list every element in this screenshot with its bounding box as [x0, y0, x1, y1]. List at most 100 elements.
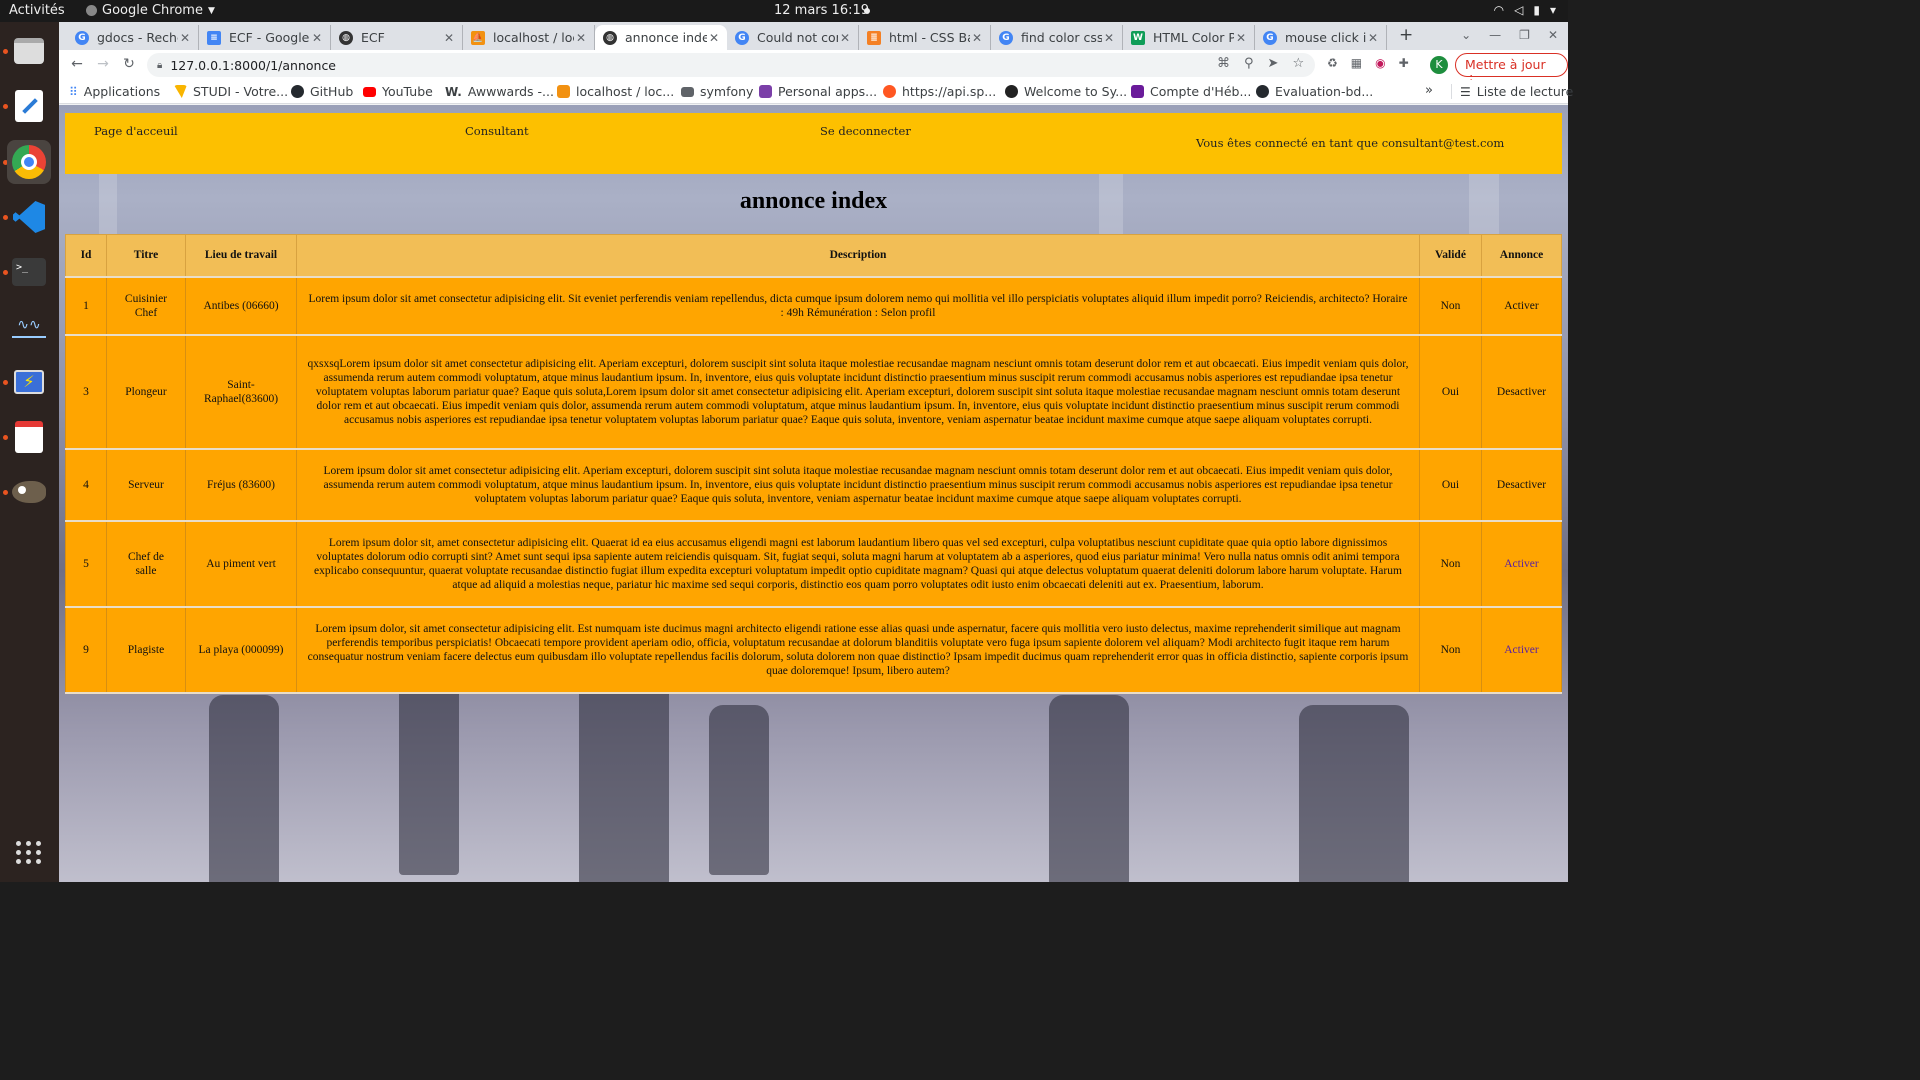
cell-lieu: Antibes (06660) [185, 276, 297, 335]
tab-title: annonce index [625, 30, 707, 45]
bookmark-star-icon[interactable]: ☆ [1292, 56, 1304, 71]
update-button[interactable]: Mettre à jour ⋮ [1455, 53, 1568, 87]
table-header-row: Id Titre Lieu de travail Description Val… [65, 234, 1562, 277]
browser-window: Ggdocs - Recher✕ ≡ECF - Google D✕ ◍ECF✕ … [59, 22, 1573, 882]
app-grid-icon[interactable] [7, 830, 51, 874]
tab[interactable]: W HTML Color Pi ✕ [1123, 25, 1255, 50]
bookmark-item[interactable]: GitHub [291, 84, 353, 99]
close-tab-icon[interactable]: ✕ [838, 31, 852, 45]
bookmark-item[interactable]: Welcome to Sy... [1005, 84, 1127, 99]
tab[interactable]: Gmouse click ic ✕ [1255, 25, 1387, 50]
reading-list-icon: ☰ [1460, 84, 1471, 99]
battery-icon: ▮ [1533, 3, 1540, 17]
address-bar[interactable]: 🔒︎ 127.0.0.1:8000/1/annonce [147, 53, 1315, 77]
remote-desktop-app-icon[interactable]: ⚡ [7, 360, 51, 404]
bookmark-label: Personal apps... [778, 84, 878, 99]
close-tab-icon[interactable]: ✕ [1366, 31, 1380, 45]
chevron-down-icon: ▼ [207, 5, 215, 16]
close-tab-icon[interactable]: ✕ [442, 31, 456, 45]
bookmark-item[interactable]: Compte d'Héb... [1131, 84, 1251, 99]
tab-title: Could not con [757, 30, 838, 45]
cell-id: 5 [65, 520, 107, 607]
bookmark-item[interactable]: Personal apps... [759, 84, 877, 99]
close-tab-icon[interactable]: ✕ [178, 31, 192, 45]
column-header-titre: Titre [106, 234, 186, 277]
google-favicon-icon: G [999, 30, 1013, 45]
restore-icon[interactable]: ❐ [1519, 28, 1530, 42]
more-bookmarks-chevron-icon[interactable]: » [1425, 83, 1433, 98]
nav-consultant-link[interactable]: Consultant [465, 124, 529, 138]
close-window-icon[interactable]: ✕ [1548, 28, 1558, 42]
bookmarks-bar: ⠿ Applications STUDI - Votre... GitHub Yo… [59, 80, 1573, 104]
back-arrow-icon[interactable]: ← [67, 56, 87, 72]
bookmark-label: localhost / loc... [576, 84, 675, 99]
nav-home-link[interactable]: Page d'acceuil [94, 124, 178, 138]
close-tab-icon[interactable]: ✕ [707, 31, 721, 45]
table-row: 5 Chef de salle Au piment vert Lorem ips… [65, 520, 1562, 607]
bookmark-item[interactable]: https://api.sp... [883, 84, 996, 99]
puzzle-extensions-icon[interactable]: ✚ [1399, 56, 1409, 70]
deactivate-link[interactable]: Desactiver [1481, 448, 1562, 521]
tab[interactable]: ≣ html - CSS Bac✕ [859, 25, 991, 50]
heroku-icon [759, 85, 772, 98]
cell-lieu: Saint-Raphael(83600) [185, 334, 297, 449]
forward-arrow-icon[interactable]: → [93, 56, 113, 72]
translate-icon[interactable]: ⌘ [1217, 56, 1230, 71]
cell-description: qxsxsqLorem ipsum dolor sit amet consect… [296, 334, 1420, 449]
activities-button[interactable]: Activités [9, 3, 65, 18]
minimize-icon[interactable]: — [1489, 28, 1501, 42]
close-tab-icon[interactable]: ✕ [970, 31, 984, 45]
tab[interactable]: ≡ ECF - Google D✕ [199, 25, 331, 50]
bookmark-label: YouTube [382, 84, 433, 99]
bookmark-item[interactable]: localhost / loc... [557, 84, 674, 99]
bookmark-item[interactable]: YouTube [363, 84, 433, 99]
tab[interactable]: ◍ ECF ✕ [331, 25, 463, 50]
activate-link[interactable]: Activer [1481, 276, 1562, 335]
tab-title: find color css [1021, 30, 1102, 45]
zoom-icon[interactable]: ⚲ [1244, 56, 1254, 71]
extension-icon[interactable]: ▦ [1351, 56, 1362, 70]
system-tray[interactable]: ◠ ◁ ▮ ▾ [1494, 3, 1556, 17]
bookmark-item[interactable]: Evaluation-bd... [1256, 84, 1373, 99]
phpmyadmin-icon [557, 85, 570, 98]
bookmark-item[interactable]: ⠿ Applications [69, 84, 160, 99]
bookmark-item[interactable]: STUDI - Votre... [174, 84, 288, 99]
close-tab-icon[interactable]: ✕ [574, 31, 588, 45]
broadcast-extension-icon[interactable]: ◉ [1375, 56, 1385, 70]
reload-icon[interactable]: ↻ [119, 56, 139, 72]
clock[interactable]: 12 mars 16:19 [774, 3, 869, 18]
gimp-app-icon[interactable] [7, 470, 51, 514]
tab-title: localhost / loc [493, 30, 574, 45]
tab-active[interactable]: ◍ annonce index✕ [595, 25, 727, 50]
tab[interactable]: Gfind color css ✕ [991, 25, 1123, 50]
terminal-app-icon[interactable]: >_ [7, 250, 51, 294]
document-viewer-app-icon[interactable] [7, 415, 51, 459]
files-app-icon[interactable] [7, 29, 51, 73]
text-editor-app-icon[interactable] [7, 84, 51, 128]
deactivate-link[interactable]: Desactiver [1481, 334, 1562, 449]
tab-search-chevron-icon[interactable]: ⌄ [1461, 28, 1471, 42]
system-monitor-app-icon[interactable]: ∿∿ [7, 305, 51, 349]
bookmark-item[interactable]: W. Awwwards -... [445, 84, 554, 99]
close-tab-icon[interactable]: ✕ [1234, 31, 1248, 45]
cell-description: Lorem ipsum dolor sit, amet consectetur … [296, 520, 1420, 607]
send-icon[interactable]: ➤ [1268, 56, 1279, 71]
tab[interactable]: Ggdocs - Recher✕ [67, 25, 199, 50]
activate-link[interactable]: Activer [1481, 606, 1562, 693]
tab[interactable]: ⛵ localhost / loc ✕ [463, 25, 595, 50]
vscode-app-icon[interactable] [7, 195, 51, 239]
recycle-extension-icon[interactable]: ♻ [1327, 56, 1338, 70]
new-tab-plus-icon[interactable]: + [1399, 25, 1413, 45]
nav-logout-link[interactable]: Se deconnecter [820, 124, 911, 138]
activate-link[interactable]: Activer [1481, 520, 1562, 607]
cell-description: Lorem ipsum dolor sit amet consectetur a… [296, 276, 1420, 335]
close-tab-icon[interactable]: ✕ [1102, 31, 1116, 45]
profile-avatar[interactable]: K [1430, 56, 1448, 74]
app-menu[interactable]: Google Chrome ▼ [86, 3, 215, 18]
chrome-app-icon[interactable] [7, 140, 51, 184]
cell-valide: Non [1419, 520, 1482, 607]
close-tab-icon[interactable]: ✕ [310, 31, 324, 45]
bookmark-folder[interactable]: symfony [681, 84, 753, 99]
reading-list[interactable]: ☰ Liste de lecture [1451, 84, 1573, 99]
tab[interactable]: G Could not con ✕ [727, 25, 859, 50]
